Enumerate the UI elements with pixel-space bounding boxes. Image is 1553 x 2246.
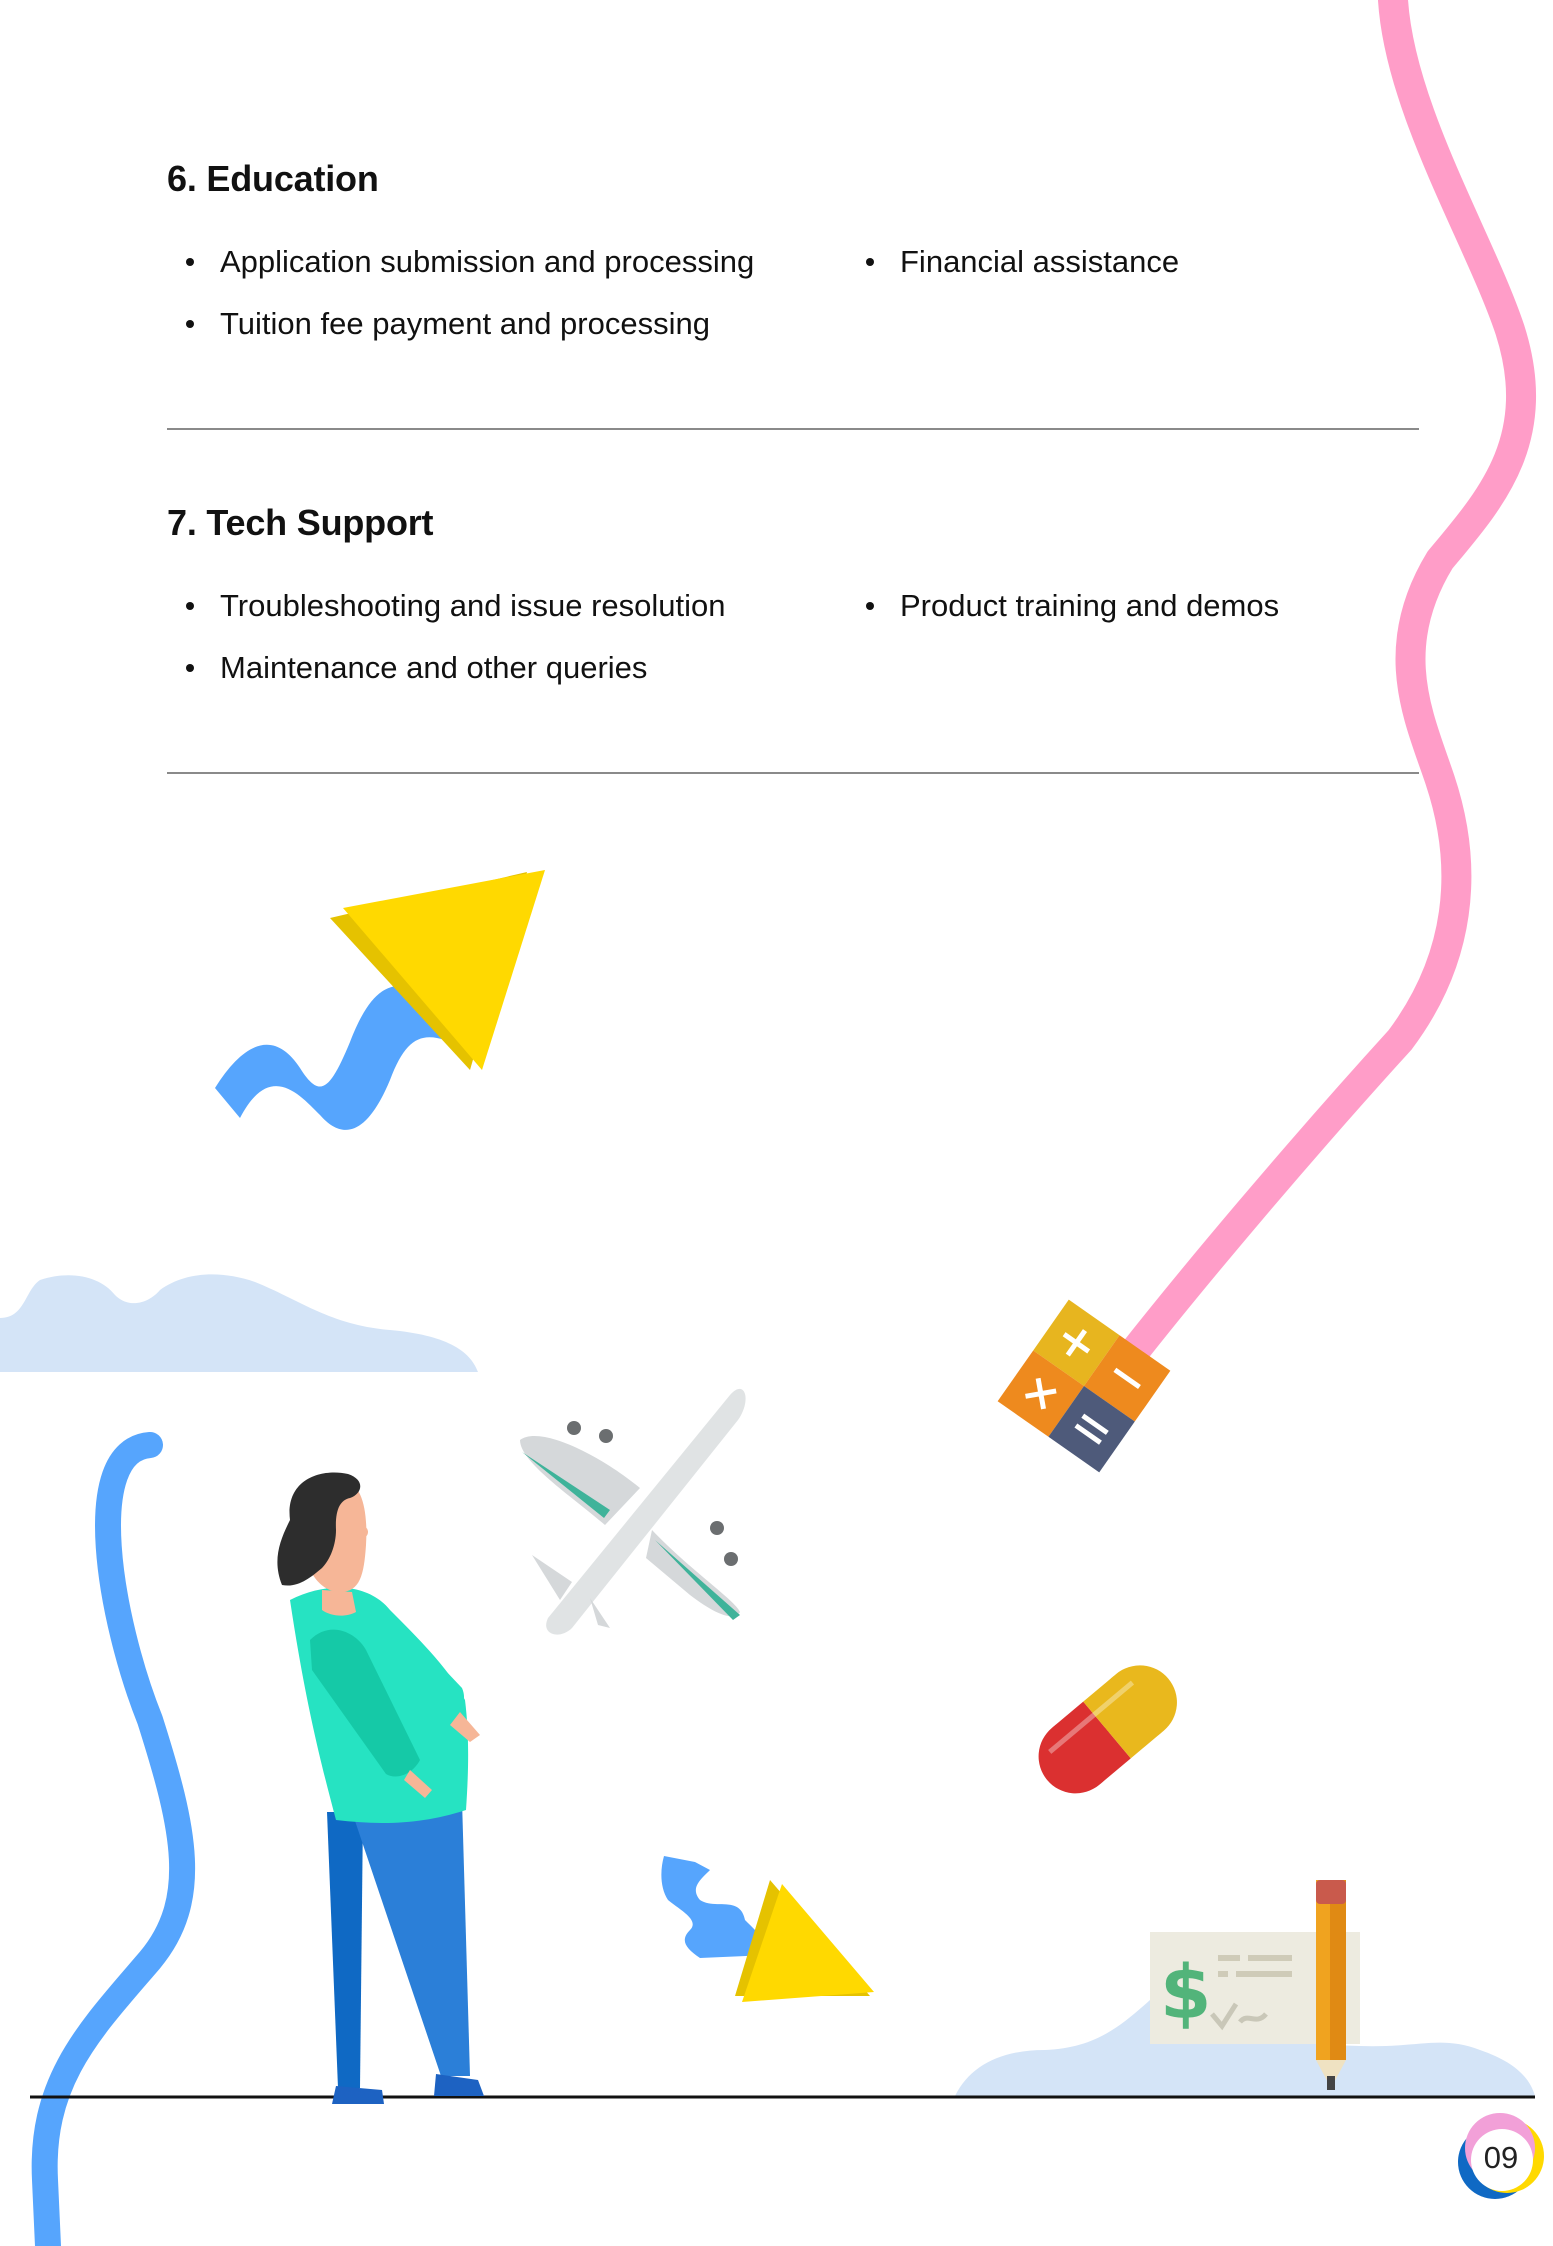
bullet-list-left: Troubleshooting and issue resolution Mai…	[167, 586, 726, 710]
list-item: Application submission and processing	[167, 242, 754, 282]
blue-ribbon	[31, 1432, 196, 2246]
bullet-icon	[186, 320, 194, 328]
list-item-text: Maintenance and other queries	[220, 650, 648, 685]
cloud-left	[0, 1274, 478, 1372]
arrow-down-icon	[661, 1856, 874, 2002]
arrow-up-icon	[215, 870, 545, 1130]
airplane-icon	[520, 1388, 746, 1635]
bullet-icon	[186, 602, 194, 610]
bullet-list-left: Application submission and processing Tu…	[167, 242, 754, 366]
list-item-text: Application submission and processing	[220, 244, 755, 279]
list-item: Maintenance and other queries	[167, 648, 726, 688]
list-item: Financial assistance	[847, 242, 1179, 282]
bullet-columns: Troubleshooting and issue resolution Mai…	[167, 586, 1417, 706]
person-figure	[277, 1472, 484, 2104]
pill-icon	[1038, 1665, 1177, 1794]
list-item-text: Troubleshooting and issue resolution	[220, 588, 726, 623]
bullet-icon	[866, 258, 874, 266]
bullet-icon	[186, 664, 194, 672]
bullet-icon	[186, 258, 194, 266]
divider	[167, 428, 1419, 430]
list-item-text: Tuition fee payment and processing	[220, 306, 710, 341]
list-item: Troubleshooting and issue resolution	[167, 586, 726, 626]
divider	[167, 772, 1419, 774]
svg-text:$: $	[1160, 1950, 1212, 2036]
list-item-text: Product training and demos	[900, 588, 1280, 623]
bullet-icon	[866, 602, 874, 610]
section-title: 7. Tech Support	[167, 502, 434, 543]
document-page: $ 6. Education Application submission an…	[0, 0, 1553, 2246]
list-item: Tuition fee payment and processing	[167, 304, 754, 344]
bullet-list-right: Financial assistance	[847, 242, 1179, 304]
page-number: 09	[1483, 2140, 1519, 2175]
section-education: 6. Education Application submission and …	[167, 158, 1417, 362]
list-item-text: Financial assistance	[900, 244, 1180, 279]
list-item: Product training and demos	[847, 586, 1279, 626]
bullet-list-right: Product training and demos	[847, 586, 1279, 648]
section-tech-support: 7. Tech Support Troubleshooting and issu…	[167, 502, 1417, 706]
section-title: 6. Education	[167, 158, 379, 199]
bullet-columns: Application submission and processing Tu…	[167, 242, 1417, 362]
